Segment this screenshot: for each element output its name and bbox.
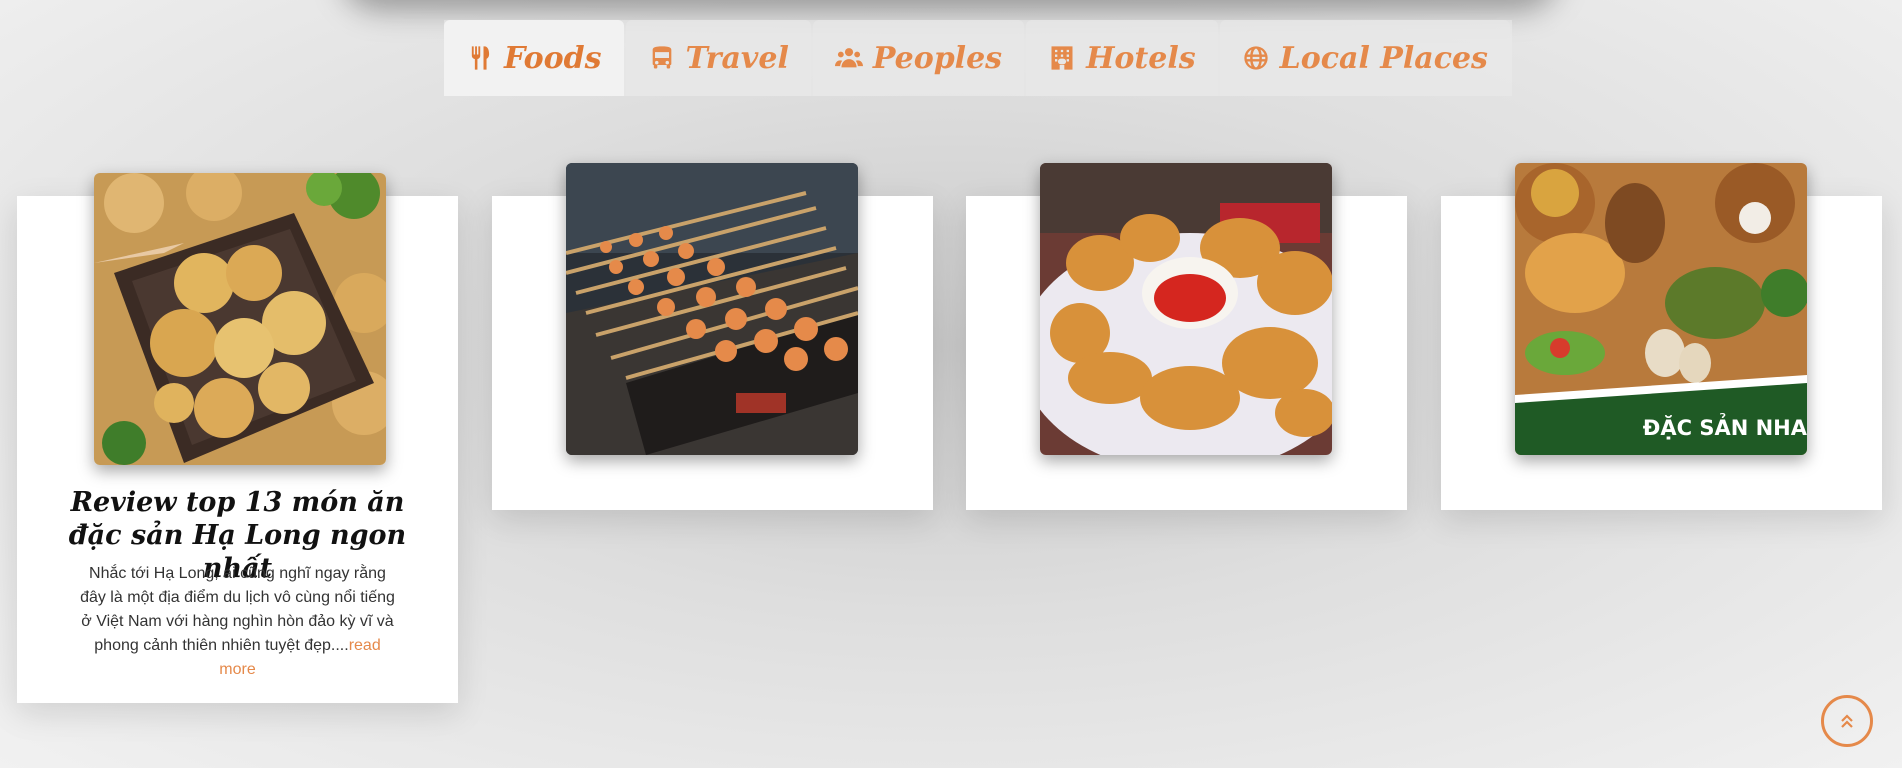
tab-label: Peoples: [872, 40, 1003, 76]
food-card: ĐẶC SẢN NHA: [1441, 163, 1882, 510]
tab-label: Hotels: [1086, 40, 1196, 76]
excerpt-text: Nhắc tới Hạ Long, ai cũng nghĩ ngay rằng…: [80, 565, 395, 654]
globe-icon: [1243, 46, 1268, 70]
specialty-food-banner-photo[interactable]: ĐẶC SẢN NHA: [1515, 163, 1807, 455]
utensils-icon: [471, 46, 490, 70]
bus-icon: [652, 46, 671, 69]
double-chevron-up-icon: [1841, 714, 1853, 728]
fried-squid-cakes-photo[interactable]: [94, 173, 386, 465]
category-tabs: Foods Travel Peoples Hotels Local Places: [444, 20, 1512, 96]
tab-label: Local Places: [1279, 40, 1488, 76]
tab-label: Foods: [504, 40, 602, 76]
food-card: [492, 163, 933, 510]
hotel-icon: [1051, 46, 1073, 70]
tab-peoples[interactable]: Peoples: [812, 20, 1025, 96]
tab-local-places[interactable]: Local Places: [1219, 20, 1510, 96]
tab-hotels[interactable]: Hotels: [1026, 20, 1218, 96]
users-icon: [834, 48, 863, 68]
banner-text: ĐẶC SẢN NHA: [1643, 413, 1807, 440]
fried-dumplings-photo[interactable]: [1040, 163, 1332, 455]
food-card: Review top 13 món ăn đặc sản Hạ Long ngo…: [17, 173, 458, 703]
food-card: [966, 163, 1407, 510]
tab-travel[interactable]: Travel: [625, 20, 811, 96]
tab-label: Travel: [685, 40, 789, 76]
scroll-to-top-button[interactable]: [1821, 695, 1873, 747]
grilled-skewers-photo[interactable]: [566, 163, 858, 455]
tab-foods[interactable]: Foods: [444, 20, 624, 96]
card-excerpt: Nhắc tới Hạ Long, ai cũng nghĩ ngay rằng…: [77, 562, 398, 682]
